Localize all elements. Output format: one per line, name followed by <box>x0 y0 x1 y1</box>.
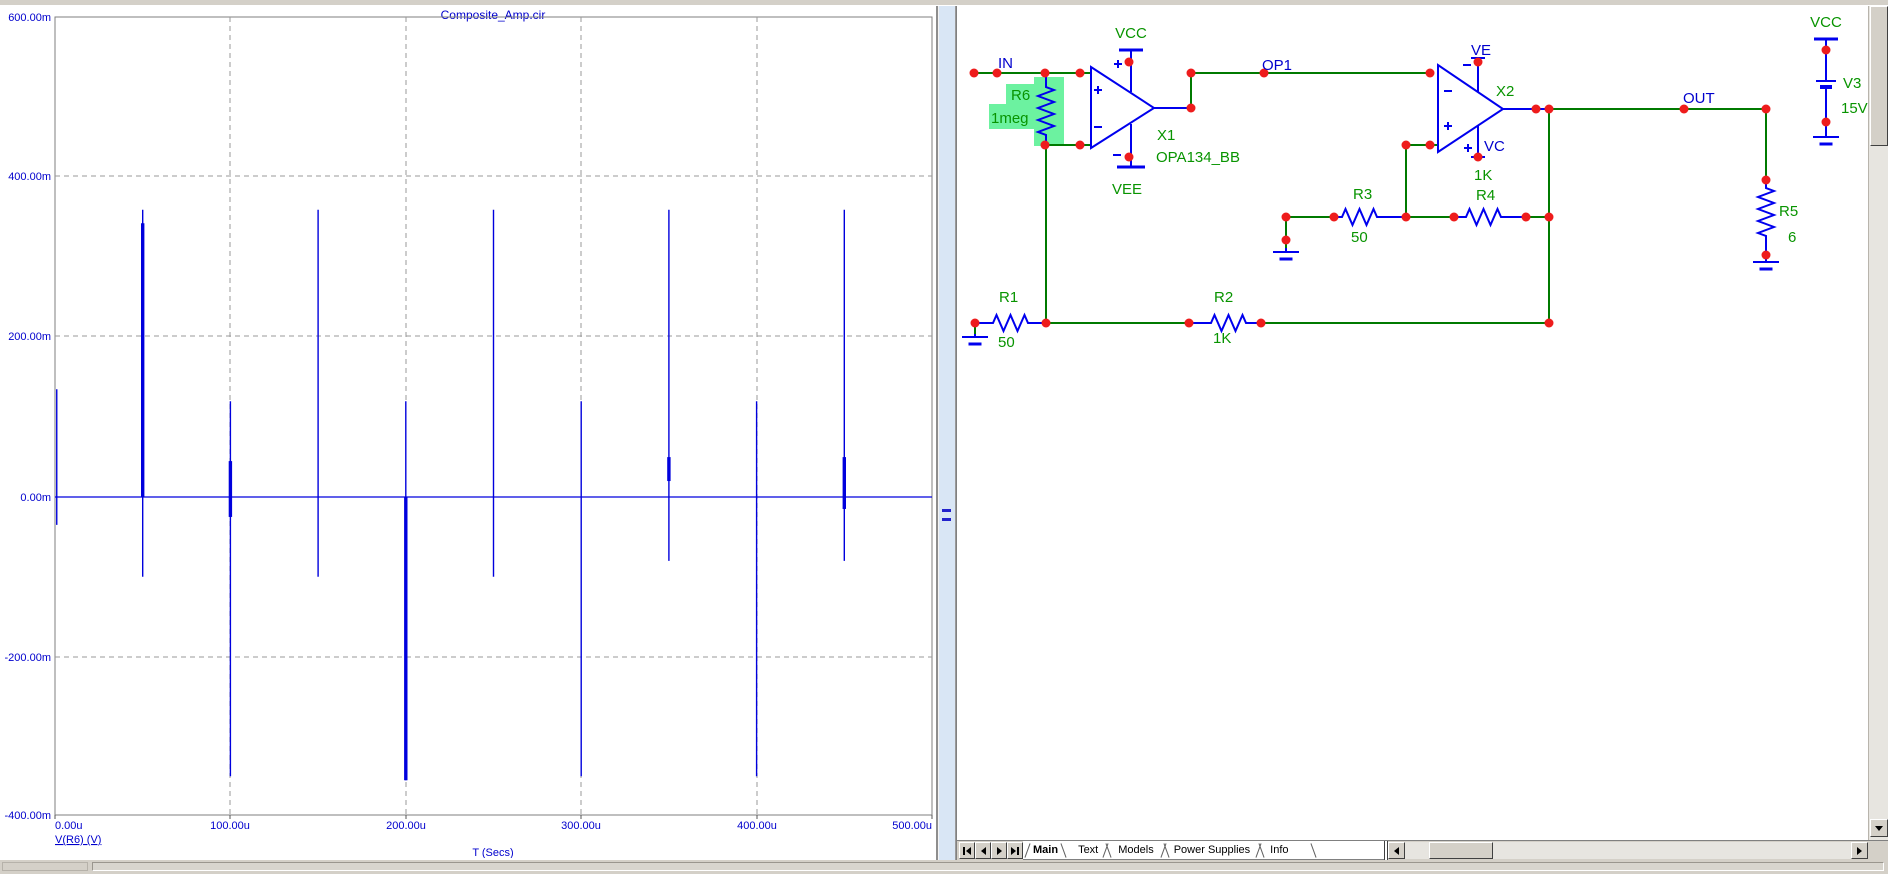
scroll-down-button[interactable] <box>1870 819 1888 837</box>
y-tick: 600.00m <box>8 12 51 24</box>
ref-label-r1: R1 <box>999 289 1018 306</box>
x-axis-title: T (Secs) <box>472 847 513 858</box>
last-sheet-button[interactable] <box>1007 842 1023 859</box>
rail-label-vcc-v3: VCC <box>1810 14 1842 31</box>
value-label-r6: 1meg <box>991 110 1029 127</box>
tab-nav-buttons <box>959 842 1023 859</box>
schematic-canvas[interactable]: IN OP1 OUT VE VC VCC VEE X1 OPA134_BB X2… <box>957 6 1868 840</box>
x-tick: 100.00u <box>210 820 250 832</box>
value-label-r2: 1K <box>1213 330 1231 347</box>
tab-text[interactable]: Text <box>1068 844 1108 856</box>
value-label-r1: 50 <box>998 334 1015 351</box>
rail-label-vcc-x1: VCC <box>1115 25 1147 42</box>
plot-title: Composite_Amp.cir <box>441 8 546 22</box>
bar-icon <box>1017 846 1019 855</box>
node-label-out: OUT <box>1683 90 1715 107</box>
components[interactable] <box>962 37 1839 346</box>
window-splitter[interactable] <box>938 6 956 860</box>
resistor-r5-symbol <box>1755 180 1777 262</box>
node-label-op1: OP1 <box>1262 57 1292 74</box>
y-tick: -200.00m <box>5 652 51 664</box>
app-stage: Composite_Amp.cir 600.00m 400.00m 200.00… <box>0 0 1888 874</box>
ground-symbol-r1 <box>962 334 988 346</box>
tab-info[interactable]: Info <box>1260 844 1298 856</box>
right-arrow-icon <box>996 846 1002 855</box>
schematic-labels[interactable]: IN OP1 OUT VE VC VCC VEE X1 OPA134_BB X2… <box>991 14 1868 351</box>
first-sheet-button[interactable] <box>959 842 975 859</box>
right-arrow-icon <box>1011 846 1016 855</box>
plot-canvas: Composite_Amp.cir 600.00m 400.00m 200.00… <box>5 8 933 859</box>
ref-label-r5: R5 <box>1779 203 1798 220</box>
y-tick: 200.00m <box>8 331 51 343</box>
scroll-left-button[interactable] <box>1388 842 1405 859</box>
left-arrow-icon <box>1394 846 1399 855</box>
node-label-in: IN <box>998 55 1013 72</box>
analysis-plot-window: Composite_Amp.cir 600.00m 400.00m 200.00… <box>0 6 938 860</box>
scroll-right-button[interactable] <box>1851 842 1868 859</box>
ref-label-x2: X2 <box>1496 83 1514 100</box>
value-label-r4: 1K <box>1474 167 1492 184</box>
status-bar-left-box <box>2 862 88 871</box>
down-arrow-icon <box>1875 825 1883 831</box>
node-label-vc: VC <box>1484 138 1505 155</box>
ref-label-r2: R2 <box>1214 289 1233 306</box>
schematic-window: IN OP1 OUT VE VC VCC VEE X1 OPA134_BB X2… <box>956 6 1888 860</box>
y-axis-labels: 600.00m 400.00m 200.00m 0.00m -200.00m -… <box>5 12 51 822</box>
x-tick: 400.00u <box>737 820 777 832</box>
ref-label-v3: V3 <box>1843 75 1861 92</box>
rail-label-vee-x1: VEE <box>1112 181 1142 198</box>
status-bar <box>0 860 1888 874</box>
horizontal-scrollbar-thumb[interactable] <box>1429 842 1493 859</box>
ground-symbol-r3 <box>1273 248 1299 261</box>
trace-legend[interactable]: V(R6) (V) <box>55 834 101 846</box>
vertical-scrollbar-thumb[interactable] <box>1870 6 1888 146</box>
tab-power-supplies[interactable]: Power Supplies <box>1164 844 1260 856</box>
prev-sheet-button[interactable] <box>975 842 991 859</box>
ground-symbol-r5 <box>1753 261 1779 271</box>
x-tick: 0.00u <box>55 820 83 832</box>
polarity-signs <box>1094 60 1472 156</box>
left-arrow-icon <box>980 846 986 855</box>
x-tick: 500.00u <box>892 820 932 832</box>
resistor-underlays <box>993 207 1501 333</box>
right-arrow-icon <box>1857 846 1862 855</box>
waveform-trace <box>55 209 932 781</box>
splitter-handle-icon[interactable] <box>942 503 951 533</box>
y-tick: 400.00m <box>8 171 51 183</box>
opamp-x1-symbol <box>1090 65 1156 150</box>
ref-label-x1: X1 <box>1157 127 1175 144</box>
ground-symbol-v3 <box>1813 136 1839 146</box>
x-tick: 200.00u <box>386 820 426 832</box>
tab-models[interactable]: Models <box>1108 844 1163 856</box>
schematic-vertical-scrollbar[interactable] <box>1868 6 1888 840</box>
x-axis-labels: 0.00u 100.00u 200.00u 300.00u 400.00u 50… <box>55 820 932 832</box>
status-bar-field <box>92 862 1884 871</box>
tab-slant <box>1310 843 1317 858</box>
y-tick: 0.00m <box>20 492 51 504</box>
sheet-tabs: Main Text Models Power Supplies Info <box>1023 841 1384 860</box>
ref-label-r3: R3 <box>1353 186 1372 203</box>
sheet-tab-bar: Main Text Models Power Supplies Info <box>957 840 1888 860</box>
x-axis-ticks <box>54 815 933 819</box>
node-label-ve: VE <box>1471 42 1491 59</box>
ref-label-r6: R6 <box>1011 87 1030 104</box>
next-sheet-button[interactable] <box>991 842 1007 859</box>
left-arrow-icon <box>966 846 971 855</box>
value-label-r3: 50 <box>1351 229 1368 246</box>
bar-icon <box>963 846 965 855</box>
wires[interactable] <box>974 72 1767 334</box>
ref-label-r4: R4 <box>1476 187 1495 204</box>
value-label-v3: 15V <box>1841 100 1868 117</box>
value-label-r5: 6 <box>1788 229 1796 246</box>
y-tick: -400.00m <box>5 810 51 822</box>
x-tick: 300.00u <box>561 820 601 832</box>
model-label-x1: OPA134_BB <box>1156 149 1240 166</box>
